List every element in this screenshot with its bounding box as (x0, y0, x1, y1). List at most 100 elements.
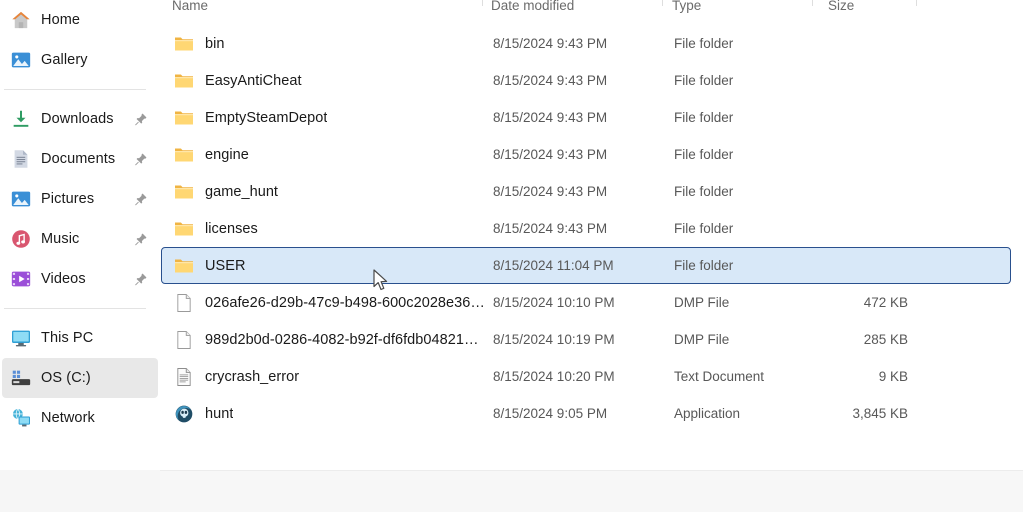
file-date-modified: 8/15/2024 9:43 PM (493, 184, 608, 199)
file-list-pane: Name Date modified Type Size bin 8/15/2024 9… (160, 0, 1023, 512)
folder-icon (174, 256, 194, 276)
sidebar-item-os-c[interactable]: OS (C:) (2, 358, 158, 398)
sidebar-item-label: Pictures (41, 191, 95, 207)
file-date-modified: 8/15/2024 10:20 PM (493, 369, 615, 384)
home-icon (10, 9, 32, 31)
column-header-type[interactable]: Type (672, 0, 701, 13)
file-name-cell[interactable]: game_hunt (174, 182, 492, 202)
file-name-cell[interactable]: engine (174, 145, 492, 165)
table-row[interactable]: crycrash_error 8/15/2024 10:20 PM Text Doc… (161, 358, 1011, 395)
file-date-modified: 8/15/2024 10:19 PM (493, 332, 615, 347)
file-name-cell[interactable]: bin (174, 34, 492, 54)
music-icon (10, 228, 32, 250)
pin-icon[interactable] (134, 192, 148, 206)
sidebar-item-music[interactable]: Music (2, 219, 158, 259)
sidebar-divider (4, 89, 146, 90)
file-name-label: crycrash_error (205, 368, 300, 385)
pin-icon[interactable] (134, 152, 148, 166)
pin-icon[interactable] (134, 272, 148, 286)
sidebar-item-label: OS (C:) (41, 370, 91, 386)
table-row[interactable]: licenses 8/15/2024 9:43 PM File folder (161, 210, 1011, 247)
column-header-date-modified[interactable]: Date modified (491, 0, 574, 13)
column-header-size[interactable]: Size (828, 0, 854, 13)
table-row[interactable]: bin 8/15/2024 9:43 PM File folder (161, 25, 1011, 62)
sidebar-item-this-pc[interactable]: This PC (2, 318, 158, 358)
column-divider[interactable] (662, 0, 663, 6)
documents-icon (10, 148, 32, 170)
sidebar-item-label: Videos (41, 271, 86, 287)
file-name-cell[interactable]: EmptySteamDepot (174, 108, 492, 128)
sidebar-item-label: This PC (41, 330, 94, 346)
column-divider[interactable] (916, 0, 917, 6)
file-date-modified: 8/15/2024 10:10 PM (493, 295, 615, 310)
folder-icon (174, 219, 194, 239)
table-row[interactable]: game_hunt 8/15/2024 9:43 PM File folder (161, 173, 1011, 210)
file-type: Application (674, 406, 741, 421)
file-type: File folder (674, 110, 734, 125)
this-pc-icon (10, 327, 32, 349)
file-type: File folder (674, 73, 734, 88)
file-size: 285 KB (863, 332, 908, 347)
sidebar-item-gallery[interactable]: Gallery (2, 40, 158, 80)
folder-icon (174, 108, 194, 128)
column-divider[interactable] (482, 0, 483, 6)
generic-file-icon (174, 330, 194, 350)
file-name-label: bin (205, 35, 225, 52)
file-type: File folder (674, 36, 734, 51)
file-name-cell[interactable]: crycrash_error (174, 367, 492, 387)
table-row[interactable]: EmptySteamDepot 8/15/2024 9:43 PM File fol… (161, 99, 1011, 136)
file-name-label: licenses (205, 220, 258, 237)
pictures-icon (10, 188, 32, 210)
file-name-cell[interactable]: hunt (174, 404, 492, 424)
table-row[interactable]: USER 8/15/2024 11:04 PM File folder (161, 247, 1011, 284)
table-row[interactable]: EasyAntiCheat 8/15/2024 9:43 PM File folde… (161, 62, 1011, 99)
file-name-cell[interactable]: EasyAntiCheat (174, 71, 492, 91)
file-date-modified: 8/15/2024 9:43 PM (493, 221, 608, 236)
file-name-cell[interactable]: licenses (174, 219, 492, 239)
file-name-label: game_hunt (205, 183, 279, 200)
pin-icon[interactable] (134, 112, 148, 126)
status-bar (160, 470, 1023, 512)
sidebar-item-label: Network (41, 410, 95, 426)
file-name-label: USER (205, 257, 246, 274)
sidebar-item-videos[interactable]: Videos (2, 259, 158, 299)
folder-icon (174, 182, 194, 202)
file-name-label: EasyAntiCheat (205, 72, 302, 89)
pin-icon[interactable] (134, 232, 148, 246)
file-name-label: hunt (205, 405, 234, 422)
folder-icon (174, 71, 194, 91)
videos-icon (10, 268, 32, 290)
hunt-app-icon (174, 404, 194, 424)
sidebar-item-home[interactable]: Home (2, 0, 158, 40)
file-type: File folder (674, 184, 734, 199)
downloads-icon (10, 108, 32, 130)
sidebar-item-downloads[interactable]: Downloads (2, 99, 158, 139)
column-header-name[interactable]: Name (172, 0, 208, 13)
file-name-label: EmptySteamDepot (205, 109, 328, 126)
table-row[interactable]: 989d2b0d-0286-4082-b92f-df6fdb04821… 8/15… (161, 321, 1011, 358)
generic-file-icon (174, 293, 194, 313)
file-name-cell[interactable]: USER (174, 256, 492, 276)
file-type: File folder (674, 147, 734, 162)
table-row[interactable]: 026afe26-d29b-47c9-b498-600c2028e36… 8/15… (161, 284, 1011, 321)
sidebar-item-network[interactable]: Network (2, 398, 158, 438)
file-list[interactable]: bin 8/15/2024 9:43 PM File folder EasyAntiC… (160, 25, 1023, 470)
file-name-cell[interactable]: 026afe26-d29b-47c9-b498-600c2028e36… (174, 293, 492, 313)
column-divider[interactable] (812, 0, 813, 6)
file-size: 9 KB (878, 369, 908, 384)
file-name-cell[interactable]: 989d2b0d-0286-4082-b92f-df6fdb04821… (174, 330, 492, 350)
network-icon (10, 407, 32, 429)
file-type: File folder (674, 221, 734, 236)
file-type: DMP File (674, 332, 730, 347)
file-date-modified: 8/15/2024 9:43 PM (493, 110, 608, 125)
text-document-icon (174, 367, 194, 387)
file-date-modified: 8/15/2024 9:43 PM (493, 36, 608, 51)
file-size: 472 KB (863, 295, 908, 310)
file-name-label: engine (205, 146, 249, 163)
table-row[interactable]: hunt 8/15/2024 9:05 PM Application 3,845 KB (161, 395, 1011, 432)
sidebar-item-pictures[interactable]: Pictures (2, 179, 158, 219)
status-bar-left (0, 470, 160, 512)
file-type: DMP File (674, 295, 730, 310)
sidebar-item-documents[interactable]: Documents (2, 139, 158, 179)
table-row[interactable]: engine 8/15/2024 9:43 PM File folder (161, 136, 1011, 173)
